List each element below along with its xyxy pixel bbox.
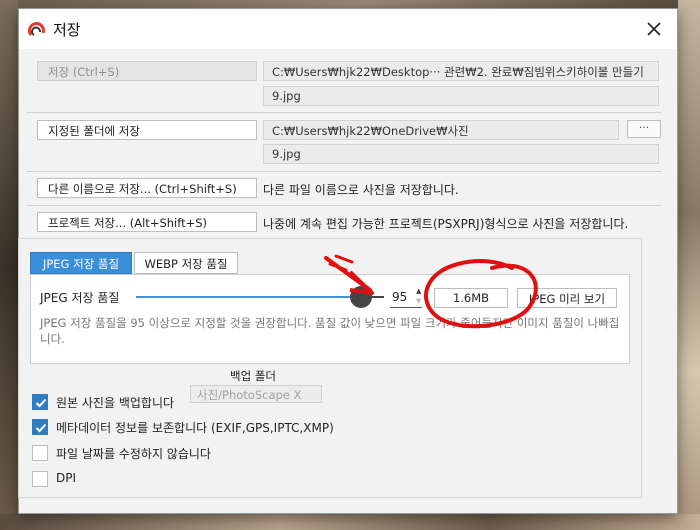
preserve-metadata-label: 메타데이터 정보를 보존합니다 (EXIF,GPS,IPTC,XMP) xyxy=(56,421,334,435)
browse-folder-button[interactable]: ··· xyxy=(627,120,661,138)
tab-jpeg-quality[interactable]: JPEG 저장 품질 xyxy=(30,252,132,274)
backup-original-label: 원본 사진을 백업합니다 xyxy=(56,396,175,410)
folder-filename-field: 9.jpg xyxy=(263,144,659,164)
title-bar: 저장 xyxy=(19,9,677,49)
preserve-metadata-checkbox[interactable] xyxy=(32,419,48,435)
backup-folder-label: 백업 폴더 xyxy=(230,369,276,383)
tab-webp-quality[interactable]: WEBP 저장 품질 xyxy=(134,252,238,274)
quality-slider-thumb[interactable] xyxy=(350,286,372,308)
save-as-description: 다른 파일 이름으로 사진을 저장합니다. xyxy=(263,183,459,197)
save-project-description: 나중에 계속 편집 가능한 프로젝트(PSXPRJ)형식으로 사진을 저장합니다… xyxy=(263,217,629,231)
file-size-display: 1.6MB xyxy=(434,288,508,308)
save-button[interactable]: 저장 (Ctrl+S) xyxy=(37,61,257,81)
divider xyxy=(27,171,661,172)
divider xyxy=(27,205,661,206)
app-logo-icon xyxy=(27,22,45,36)
checkmark-icon xyxy=(35,398,47,408)
save-project-button[interactable]: 프로젝트 저장... (Alt+Shift+S) xyxy=(37,212,257,232)
backup-original-checkbox[interactable] xyxy=(32,394,48,410)
save-filename-field: 9.jpg xyxy=(263,86,659,106)
keep-file-date-checkbox[interactable] xyxy=(32,445,48,461)
dpi-label: DPI xyxy=(56,471,77,485)
jpeg-preview-button[interactable]: JPEG 미리 보기 xyxy=(517,288,617,308)
keep-file-date-label: 파일 날짜를 수정하지 않습니다 xyxy=(56,447,211,461)
backup-folder-field[interactable]: 사진/PhotoScape X xyxy=(190,385,322,403)
close-icon[interactable] xyxy=(643,18,665,40)
keep-file-date-option[interactable]: 파일 날짜를 수정하지 않습니다 xyxy=(32,443,272,463)
quality-recommendation-note: JPEG 저장 품질을 95 이상으로 지정할 것을 권장합니다. 품질 값이 … xyxy=(40,316,620,346)
background-photo-bottom xyxy=(0,514,700,530)
folder-path-field: C:₩Users₩hjk22₩OneDrive₩사진 xyxy=(263,120,619,140)
quality-spin-arrows[interactable]: ▲ ▼ xyxy=(416,286,424,308)
jpeg-quality-label: JPEG 저장 품질 xyxy=(40,291,120,305)
backup-original-option[interactable]: 원본 사진을 백업합니다 xyxy=(32,392,192,412)
save-as-button[interactable]: 다른 이름으로 저장... (Ctrl+Shift+S) xyxy=(37,178,257,198)
quality-slider-track[interactable] xyxy=(136,296,384,298)
window-title: 저장 xyxy=(53,21,81,39)
dpi-checkbox[interactable] xyxy=(32,471,48,487)
save-to-folder-button[interactable]: 지정된 폴더에 저장 xyxy=(37,120,257,140)
checkmark-icon xyxy=(35,423,47,433)
dpi-option[interactable]: DPI xyxy=(32,469,112,489)
divider xyxy=(27,112,661,113)
background-photo-left xyxy=(0,0,18,530)
save-path-field: C:₩Users₩hjk22₩Desktop··· 관련₩2. 완료₩짐빔위스키… xyxy=(263,61,659,81)
spin-up-icon[interactable]: ▲ xyxy=(416,286,424,296)
preserve-metadata-option[interactable]: 메타데이터 정보를 보존합니다 (EXIF,GPS,IPTC,XMP) xyxy=(32,417,372,437)
background-photo-right xyxy=(678,0,700,530)
spin-down-icon[interactable]: ▼ xyxy=(416,296,424,306)
